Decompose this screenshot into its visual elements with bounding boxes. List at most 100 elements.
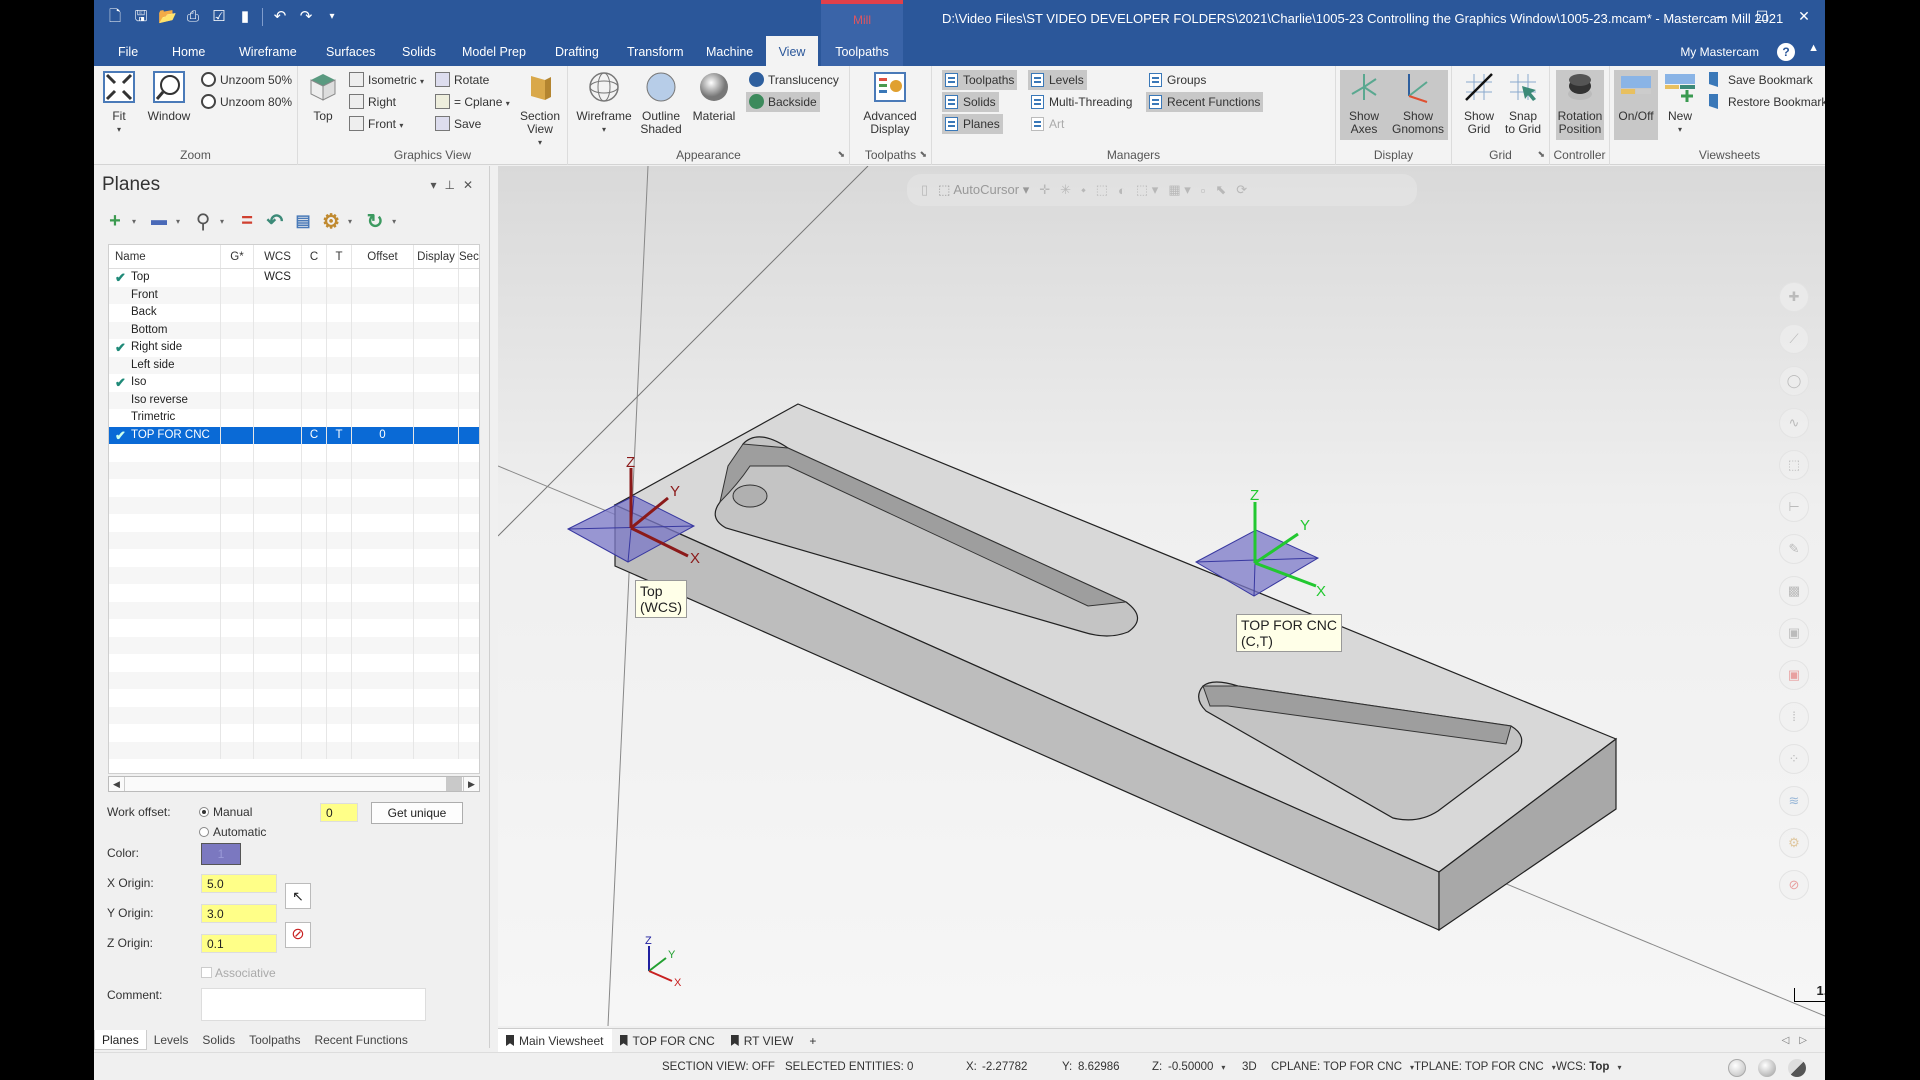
select-icon[interactable]: ⬚ <box>1096 182 1108 198</box>
settings-gear-icon[interactable]: ⚙ <box>320 210 342 233</box>
select-by-color-icon[interactable]: ▣ <box>1779 660 1809 690</box>
horizontal-scrollbar[interactable]: ◀ ▶ <box>108 776 480 792</box>
tab-file[interactable]: File <box>110 36 146 66</box>
customize-icon[interactable]: ▾ <box>323 8 341 26</box>
restore-bookmark-button[interactable]: Restore Bookmark <box>1706 92 1825 112</box>
print-icon[interactable]: ⎙ <box>184 8 202 26</box>
find-icon[interactable]: ⚲ <box>192 210 214 233</box>
tab-transform[interactable]: Transform <box>619 36 692 66</box>
z-origin-input[interactable]: 0.1 <box>201 934 277 953</box>
graphics-window[interactable]: Z Y X Z Y X Z Y X Top (WCS) TOP FOR CNC … <box>498 166 1825 1026</box>
save-bookmark-button[interactable]: Save Bookmark <box>1706 70 1816 90</box>
show-axes-button[interactable]: Show Axes <box>1340 70 1388 140</box>
associative-checkbox[interactable]: Associative <box>201 966 276 980</box>
select-by-level-icon[interactable]: ▣ <box>1779 618 1809 648</box>
scroll-left-icon[interactable]: ◀ <box>109 777 125 791</box>
undo-icon[interactable]: ↶ <box>271 8 289 26</box>
plane-row[interactable]: ✔ TOP FOR CNC C T 0 <box>109 426 479 444</box>
bottom-tab-planes[interactable]: Planes <box>94 1030 147 1050</box>
tab-drafting[interactable]: Drafting <box>547 36 607 66</box>
xyz-icon[interactable]: ✛ <box>1039 182 1050 198</box>
plane-row[interactable]: Bottom <box>109 321 479 339</box>
new-file-icon[interactable]: 🗋 <box>106 8 124 26</box>
z-depth-input[interactable]: -0.50000 ▾ <box>1168 1053 1225 1080</box>
show-gnomons-button[interactable]: Show Gnomons <box>1388 70 1448 140</box>
select-last-icon[interactable]: ⬉ <box>1215 182 1226 198</box>
settings-icon[interactable]: ⚙ <box>1779 828 1809 858</box>
manual-radio[interactable]: Manual <box>199 805 252 819</box>
multi-threading-manager-toggle[interactable]: Multi-Threading <box>1028 92 1135 112</box>
rotate-button[interactable]: Rotate <box>432 70 492 90</box>
plane-row[interactable]: Front <box>109 286 479 304</box>
minimize-button[interactable]: – <box>1699 0 1741 32</box>
scroll-right-icon[interactable]: ▶ <box>463 777 479 791</box>
isometric-button[interactable]: Isometric ▾ <box>346 70 427 90</box>
snap-to-grid-button[interactable]: Snap to Grid <box>1500 70 1546 136</box>
column-header[interactable]: Offset <box>352 245 414 268</box>
bottom-tab-levels[interactable]: Levels <box>147 1030 196 1050</box>
3d-mode-toggle[interactable]: 3D <box>1242 1053 1257 1080</box>
wireframe-button[interactable]: Wireframe ▾ <box>576 70 632 136</box>
prev-sheet-icon[interactable]: ◁ <box>1782 1035 1800 1046</box>
select-splines-icon[interactable]: ∿ <box>1779 408 1809 438</box>
save-view-button[interactable]: Save <box>432 114 484 134</box>
column-header[interactable]: Sec <box>459 245 479 268</box>
right-view-button[interactable]: Right <box>346 92 399 112</box>
top-view-button[interactable]: Top <box>306 70 340 123</box>
window-select-icon[interactable]: ▦ ▾ <box>1168 182 1190 198</box>
column-header[interactable]: G* <box>221 245 254 268</box>
dropdown-icon[interactable]: ▾ <box>132 217 136 226</box>
unzoom-80-button[interactable]: Unzoom 80% <box>198 92 295 112</box>
material-button[interactable]: Material <box>690 70 738 123</box>
backside-button[interactable]: Backside <box>746 92 820 112</box>
x-origin-input[interactable]: 5.0 <box>201 874 277 893</box>
plane-select-icon[interactable]: ▬ <box>148 210 170 232</box>
dropdown-icon[interactable]: ▾ <box>220 217 224 226</box>
select-points-group-icon[interactable]: ⁘ <box>1779 744 1809 774</box>
dialog-launcher-icon[interactable]: ⬊ <box>919 149 927 160</box>
advanced-display-button[interactable]: Advanced Display <box>858 70 922 136</box>
viewsheets-on-off-button[interactable]: On/Off <box>1614 70 1658 140</box>
equal-cplane-button[interactable]: = Cplane ▾ <box>432 92 513 112</box>
recent-functions-manager-toggle[interactable]: Recent Functions <box>1146 92 1264 112</box>
front-view-button[interactable]: Front ▾ <box>346 114 406 134</box>
plane-row[interactable]: ✔ Top WCS <box>109 269 479 287</box>
translucency-mode-icon[interactable] <box>1788 1059 1806 1077</box>
comment-textarea[interactable] <box>201 988 426 1021</box>
select-surfaces-icon[interactable]: ⬚ <box>1779 450 1809 480</box>
material-mode-icon[interactable] <box>1758 1059 1776 1077</box>
save-icon[interactable]: 🖫 <box>132 8 150 26</box>
color-swatch[interactable]: 1 <box>201 843 241 865</box>
plane-row[interactable]: ✔ Iso <box>109 374 479 392</box>
plane-row[interactable]: Trimetric <box>109 409 479 427</box>
rotation-position-button[interactable]: Rotation Position <box>1556 70 1604 140</box>
autocursor-button[interactable]: ⬚ AutoCursor ▾ <box>938 182 1029 198</box>
open-icon[interactable]: 📂 <box>158 8 177 26</box>
collapse-ribbon-icon[interactable]: ▲ <box>1808 42 1819 54</box>
window-zoom-button[interactable]: Window <box>146 70 192 123</box>
shaded-mode-icon[interactable] <box>1728 1059 1746 1077</box>
select-origin-button[interactable]: ↖ <box>285 883 311 909</box>
wcs-selector[interactable]: WCS: Top ▾ <box>1556 1053 1621 1080</box>
bottom-tab-solids[interactable]: Solids <box>195 1030 242 1050</box>
tab-model-prep[interactable]: Model Prep <box>454 36 534 66</box>
dropdown-icon[interactable]: ▾ <box>176 217 180 226</box>
verify-icon[interactable]: ▫ <box>1201 183 1206 198</box>
toolpaths-manager-toggle[interactable]: Toolpaths <box>942 70 1018 90</box>
panel-close-icon[interactable]: ✕ <box>463 178 481 192</box>
tab-toolpaths[interactable]: Toolpaths <box>821 36 903 66</box>
lock-icon[interactable]: ▯ <box>921 182 928 198</box>
properties-icon[interactable]: ▤ <box>292 210 314 232</box>
save-as-icon[interactable]: ☑ <box>210 8 228 26</box>
column-header[interactable]: T <box>327 245 352 268</box>
viewsheet-tab-rt-view[interactable]: RT VIEW <box>723 1029 802 1052</box>
dropdown-icon[interactable]: ▾ <box>392 217 396 226</box>
column-header[interactable]: C <box>302 245 327 268</box>
add-plane-icon[interactable]: + <box>104 210 126 232</box>
panel-menu-icon[interactable]: ▾ <box>430 178 444 192</box>
tplane-selector[interactable]: TPLANE: TOP FOR CNC ▾ <box>1414 1053 1556 1080</box>
column-header[interactable]: WCS <box>254 245 302 268</box>
pin-icon[interactable]: ⊥ <box>444 178 462 192</box>
clear-origin-button[interactable]: ⊘ <box>285 922 311 948</box>
viewsheet-tab-main[interactable]: Main Viewsheet <box>498 1029 612 1052</box>
